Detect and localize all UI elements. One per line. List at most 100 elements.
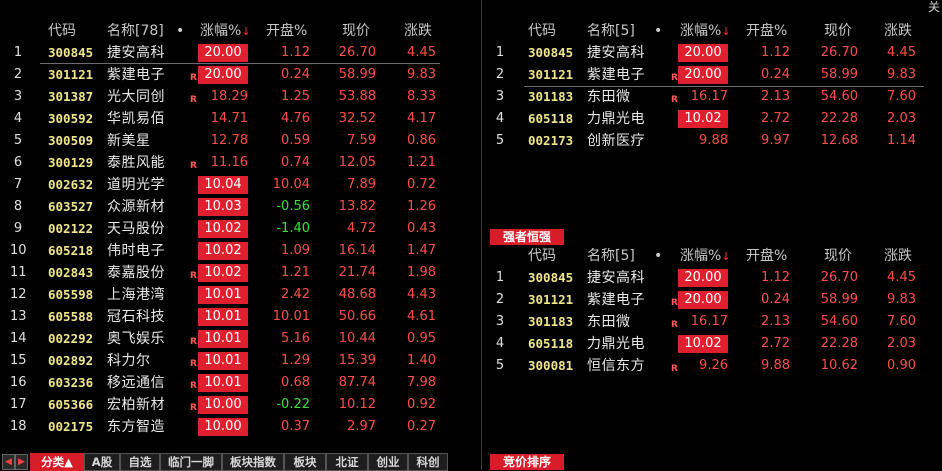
stock-code: 300509 (48, 133, 94, 148)
stock-row[interactable]: 4 605118 力鼎光电 10.02 2.72 22.28 2.03 (484, 108, 942, 130)
right-top-column-header: 代码 名称[5] • 涨幅%↓ 开盘% 现价 涨跌 (484, 20, 942, 42)
current-price: 58.99 (338, 67, 376, 82)
name-column-header[interactable]: 名称[78] (107, 20, 164, 42)
stock-row[interactable]: 4 300592 华凯易佰 14.71 4.76 32.52 4.17 (0, 108, 480, 130)
open-pct: 0.74 (281, 155, 310, 170)
stock-name: 紫建电子 (587, 292, 645, 308)
stock-row[interactable]: 16 603236 移远通信 R 10.01 0.68 87.74 7.98 (0, 372, 480, 394)
open-pct: 9.97 (761, 133, 790, 148)
stock-code: 002173 (528, 133, 574, 148)
stock-row[interactable]: 6 300129 泰胜风能 R 11.16 0.74 12.05 1.21 (0, 152, 480, 174)
stock-row[interactable]: 14 002292 奥飞娱乐 R 10.01 5.16 10.44 0.95 (0, 328, 480, 350)
row-index: 13 (10, 309, 27, 324)
tab-a-shares[interactable]: A股 (84, 453, 120, 471)
tab-sector-index[interactable]: 板块指数 (222, 453, 284, 471)
stock-row[interactable]: 12 605598 上海港湾 10.01 2.42 48.68 4.43 (0, 284, 480, 306)
stock-row[interactable]: 3 301183 东田微 R 16.17 2.13 54.60 7.60 (484, 86, 942, 108)
stock-row[interactable]: 1 300845 捷安高科 20.00 1.12 26.70 4.45 (484, 42, 942, 64)
change-pct: 10.02 (678, 335, 728, 353)
price-column-header[interactable]: 现价 (824, 20, 852, 42)
open-pct: 1.25 (281, 89, 310, 104)
right-panels: 关闭 代码 名称[5] • 涨幅%↓ 开盘% 现价 涨跌 1300845捷安高科… (484, 0, 942, 470)
tab-chinext[interactable]: 创业 (368, 453, 408, 471)
stock-row[interactable]: 2 301121 紫建电子 R 20.00 0.24 58.99 9.83 (484, 64, 942, 86)
open-pct-column-header[interactable]: 开盘% (746, 20, 787, 42)
current-price: 15.39 (338, 353, 376, 368)
rise-column-header[interactable]: 涨跌 (884, 245, 912, 267)
tab-star[interactable]: 科创 (408, 453, 448, 471)
price-rise: 0.95 (407, 331, 436, 346)
price-rise: 4.17 (407, 111, 436, 126)
row-index: 2 (495, 67, 505, 82)
stock-row[interactable]: 1 300845 捷安高科 20.00 1.12 26.70 4.45 (0, 42, 480, 64)
stock-name: 恒信东方 (587, 358, 645, 374)
price-rise: 9.83 (407, 67, 436, 82)
open-pct-column-header[interactable]: 开盘% (266, 20, 307, 42)
name-column-header[interactable]: 名称[5] (587, 245, 635, 267)
sort-down-arrow-icon: ↓ (721, 25, 731, 38)
price-column-header[interactable]: 现价 (824, 245, 852, 267)
code-column-header[interactable]: 代码 (48, 20, 76, 42)
close-button[interactable]: 关闭 (928, 0, 942, 14)
stock-row[interactable]: 5 300081 恒信东方 R 9.26 9.88 10.62 0.90 (484, 355, 942, 377)
code-column-header[interactable]: 代码 (528, 245, 556, 267)
stock-row[interactable]: 11 002843 泰嘉股份 R 10.02 1.21 21.74 1.98 (0, 262, 480, 284)
change-pct-column-header[interactable]: 涨幅%↓ (680, 245, 731, 268)
change-pct: 9.88 (699, 133, 728, 148)
change-pct: 20.00 (678, 44, 728, 62)
open-pct: 0.37 (281, 419, 310, 434)
change-pct: 10.04 (198, 176, 248, 194)
change-pct: 18.29 (210, 89, 248, 104)
auction-ranking-label[interactable]: 竞价排序 (490, 454, 564, 470)
rise-column-header[interactable]: 涨跌 (404, 20, 432, 42)
stock-row[interactable]: 7 002632 道明光学 10.04 10.04 7.89 0.72 (0, 174, 480, 196)
stock-row[interactable]: 2 301121 紫建电子 R 20.00 0.24 58.99 9.83 (484, 289, 942, 311)
tab-sector[interactable]: 板块 (284, 453, 326, 471)
stock-code: 301183 (528, 89, 574, 104)
row-index: 1 (495, 45, 505, 60)
price-rise: 1.26 (407, 199, 436, 214)
stock-row[interactable]: 3 301387 光大同创 R 18.29 1.25 53.88 8.33 (0, 86, 480, 108)
tab-scroll-left-icon[interactable]: ◀ (2, 454, 15, 470)
stock-row[interactable]: 5 002173 创新医疗 9.88 9.97 12.68 1.14 (484, 130, 942, 152)
stock-name: 捷安高科 (587, 270, 645, 286)
open-pct: 9.88 (761, 358, 790, 373)
price-rise: 4.45 (407, 45, 436, 60)
stock-row[interactable]: 1 300845 捷安高科 20.00 1.12 26.70 4.45 (484, 267, 942, 289)
price-column-header[interactable]: 现价 (342, 20, 370, 42)
stock-row[interactable]: 2 301121 紫建电子 R 20.00 0.24 58.99 9.83 (0, 64, 480, 86)
price-rise: 4.61 (407, 309, 436, 324)
stock-row[interactable]: 13 605588 冠石科技 10.01 10.01 50.66 4.61 (0, 306, 480, 328)
tab-scroll-right-icon[interactable]: ▶ (15, 454, 28, 470)
open-pct-column-header[interactable]: 开盘% (746, 245, 787, 267)
current-price: 7.89 (347, 177, 376, 192)
rise-column-header[interactable]: 涨跌 (884, 20, 912, 42)
tab-bse[interactable]: 北证 (326, 453, 368, 471)
change-pct: 20.00 (198, 66, 248, 84)
row-index: 6 (13, 155, 23, 170)
stock-row[interactable]: 18 002175 东方智造 10.00 0.37 2.97 0.27 (0, 416, 480, 438)
change-pct: 9.26 (699, 358, 728, 373)
stock-name: 天马股份 (107, 221, 165, 237)
name-column-header[interactable]: 名称[5] (587, 20, 635, 42)
tab-category[interactable]: 分类▲ (30, 453, 84, 471)
stock-row[interactable]: 15 002892 科力尔 R 10.01 1.29 15.39 1.40 (0, 350, 480, 372)
stock-row[interactable]: 5 300509 新美星 12.78 0.59 7.59 0.86 (0, 130, 480, 152)
stock-row[interactable]: 4 605118 力鼎光电 10.02 2.72 22.28 2.03 (484, 333, 942, 355)
stock-code: 301121 (48, 67, 94, 82)
stock-row[interactable]: 10 605218 伟时电子 10.02 1.09 16.14 1.47 (0, 240, 480, 262)
code-column-header[interactable]: 代码 (528, 20, 556, 42)
stock-name: 东田微 (587, 314, 631, 330)
stock-code: 605118 (528, 336, 574, 351)
stock-row[interactable]: 9 002122 天马股份 10.02 -1.40 4.72 0.43 (0, 218, 480, 240)
current-price: 54.60 (820, 89, 858, 104)
change-pct-column-header[interactable]: 涨幅%↓ (680, 20, 731, 43)
stock-row[interactable]: 17 605366 宏柏新材 R 10.00 -0.22 10.12 0.92 (0, 394, 480, 416)
stock-row[interactable]: 3 301183 东田微 R 16.17 2.13 54.60 7.60 (484, 311, 942, 333)
stock-row[interactable]: 8 603527 众源新材 10.03 -0.56 13.82 1.26 (0, 196, 480, 218)
tab-near-limit[interactable]: 临门一脚 (160, 453, 222, 471)
current-price: 48.68 (338, 287, 376, 302)
change-pct-column-header[interactable]: 涨幅%↓ (200, 20, 251, 43)
strong-remain-strong-label[interactable]: 强者恒强 (490, 229, 564, 245)
tab-watchlist[interactable]: 自选 (120, 453, 160, 471)
